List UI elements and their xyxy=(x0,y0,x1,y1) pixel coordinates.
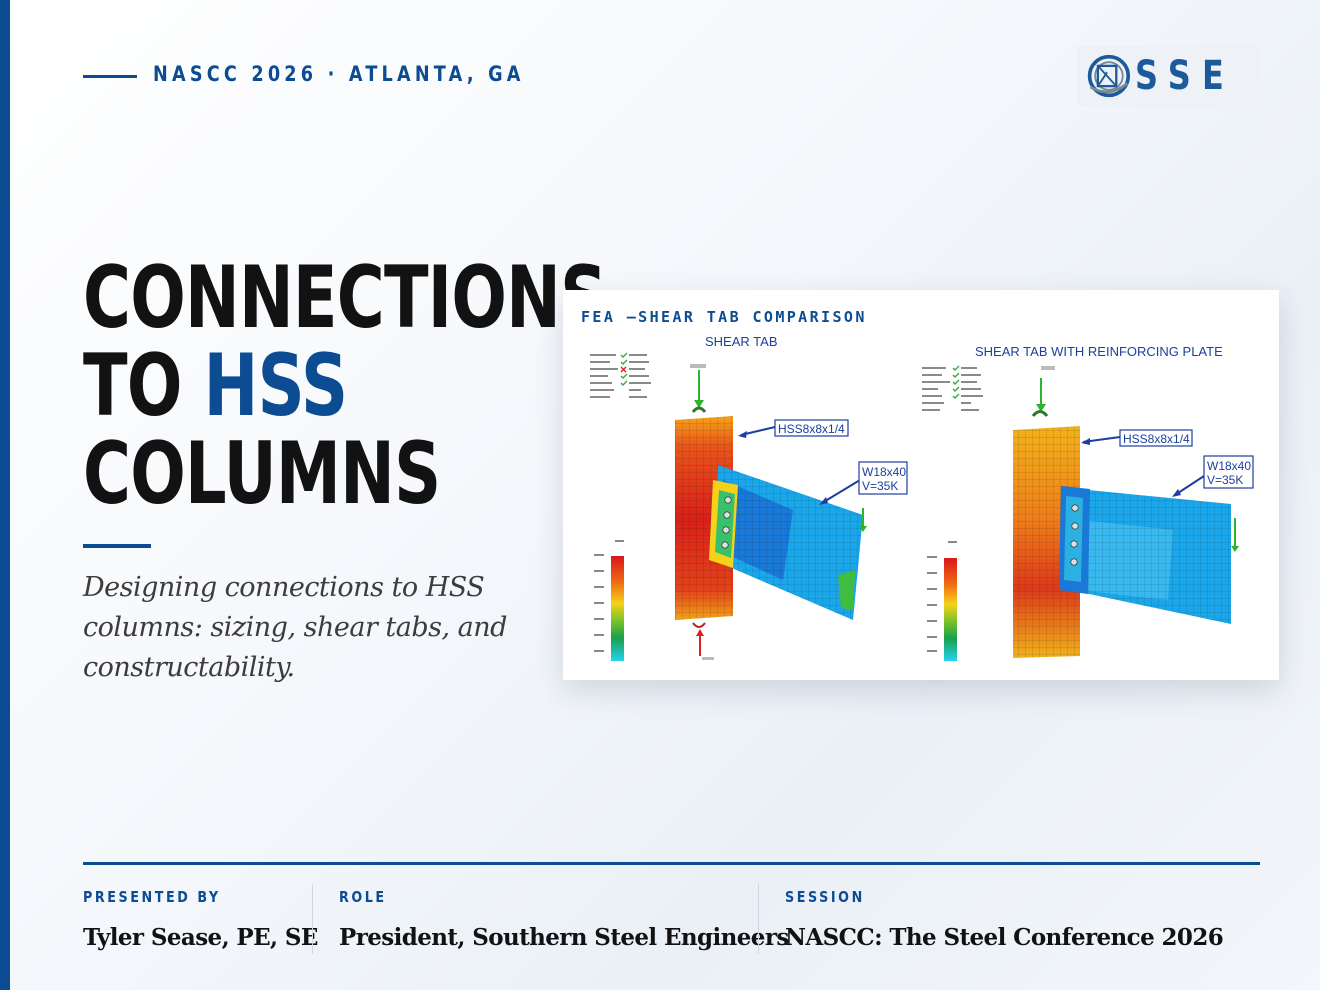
left-stress-scale xyxy=(594,540,624,661)
right-check-icons xyxy=(952,365,960,399)
title-accent-hss: HSS xyxy=(203,336,348,436)
left-hss-callout: HSS8x8x1/4 xyxy=(738,419,849,438)
presented-by-label: PRESENTED BY xyxy=(83,888,221,906)
figure-title: FEA –SHEAR TAB COMPARISON xyxy=(581,308,867,326)
right-stress-scale xyxy=(927,541,957,661)
role-label: ROLE xyxy=(339,888,387,906)
right-beam-callout: W18x40 V=35K xyxy=(1172,455,1254,497)
left-fea-model xyxy=(675,364,867,660)
session-value: NASCC: The Steel Conference 2026 xyxy=(785,924,1224,951)
right-beam-label: W18x40 xyxy=(1207,459,1251,473)
right-hss-label: HSS8x8x1/4 xyxy=(1123,432,1190,446)
presented-by-block: PRESENTED BY Tyler Sease, PE, SE xyxy=(83,888,318,951)
title-line-2: TO HSS xyxy=(83,342,417,430)
left-beam-callout: W18x40 V=35K xyxy=(819,461,908,505)
hss-column-cross-section-icon xyxy=(1087,54,1131,98)
presenter-name: Tyler Sease, PE, SE xyxy=(83,924,318,951)
footer-rule xyxy=(83,862,1260,865)
left-fail-icon xyxy=(620,366,627,373)
right-analysis-legend xyxy=(922,367,983,411)
title-line-1: CONNECTIONS xyxy=(83,248,607,348)
title-line-2-prefix: TO xyxy=(83,336,204,436)
right-fea-model xyxy=(1013,366,1239,658)
right-hss-callout: HSS8x8x1/4 xyxy=(1081,429,1193,447)
subtitle: Designing connections to HSS columns: si… xyxy=(83,572,507,683)
left-analysis-legend xyxy=(590,354,651,398)
right-panel-label: SHEAR TAB WITH REINFORCING PLATE xyxy=(975,344,1223,359)
title-rule xyxy=(83,544,151,548)
page-title: CONNECTIONS TO HSS COLUMNS xyxy=(83,248,607,524)
title-line-3: COLUMNS xyxy=(83,424,441,524)
footer-divider-2 xyxy=(758,884,759,954)
left-shear-label: V=35K xyxy=(862,479,898,493)
session-label: SESSION xyxy=(785,888,865,906)
left-hss-label: HSS8x8x1/4 xyxy=(778,422,845,436)
left-accent-bar xyxy=(0,0,10,990)
kicker-rule xyxy=(83,75,137,78)
role-block: ROLE President, Southern Steel Engineers xyxy=(339,888,789,951)
role-value: President, Southern Steel Engineers xyxy=(339,924,789,951)
event-kicker: NASCC 2026 · ATLANTA, GA xyxy=(153,62,525,86)
right-shear-label: V=35K xyxy=(1207,473,1243,487)
fea-figure-card: HSS8x8x1/4 W18x40 V=35K HSS8x8x1/4 W18x4… xyxy=(563,290,1279,680)
session-block: SESSION NASCC: The Steel Conference 2026 xyxy=(785,888,1224,951)
company-logo: SSE xyxy=(1077,46,1260,106)
footer-divider-1 xyxy=(312,884,313,954)
logo-wordmark: SSE xyxy=(1134,53,1235,99)
left-beam-label: W18x40 xyxy=(862,465,906,479)
left-panel-label: SHEAR TAB xyxy=(705,334,778,349)
